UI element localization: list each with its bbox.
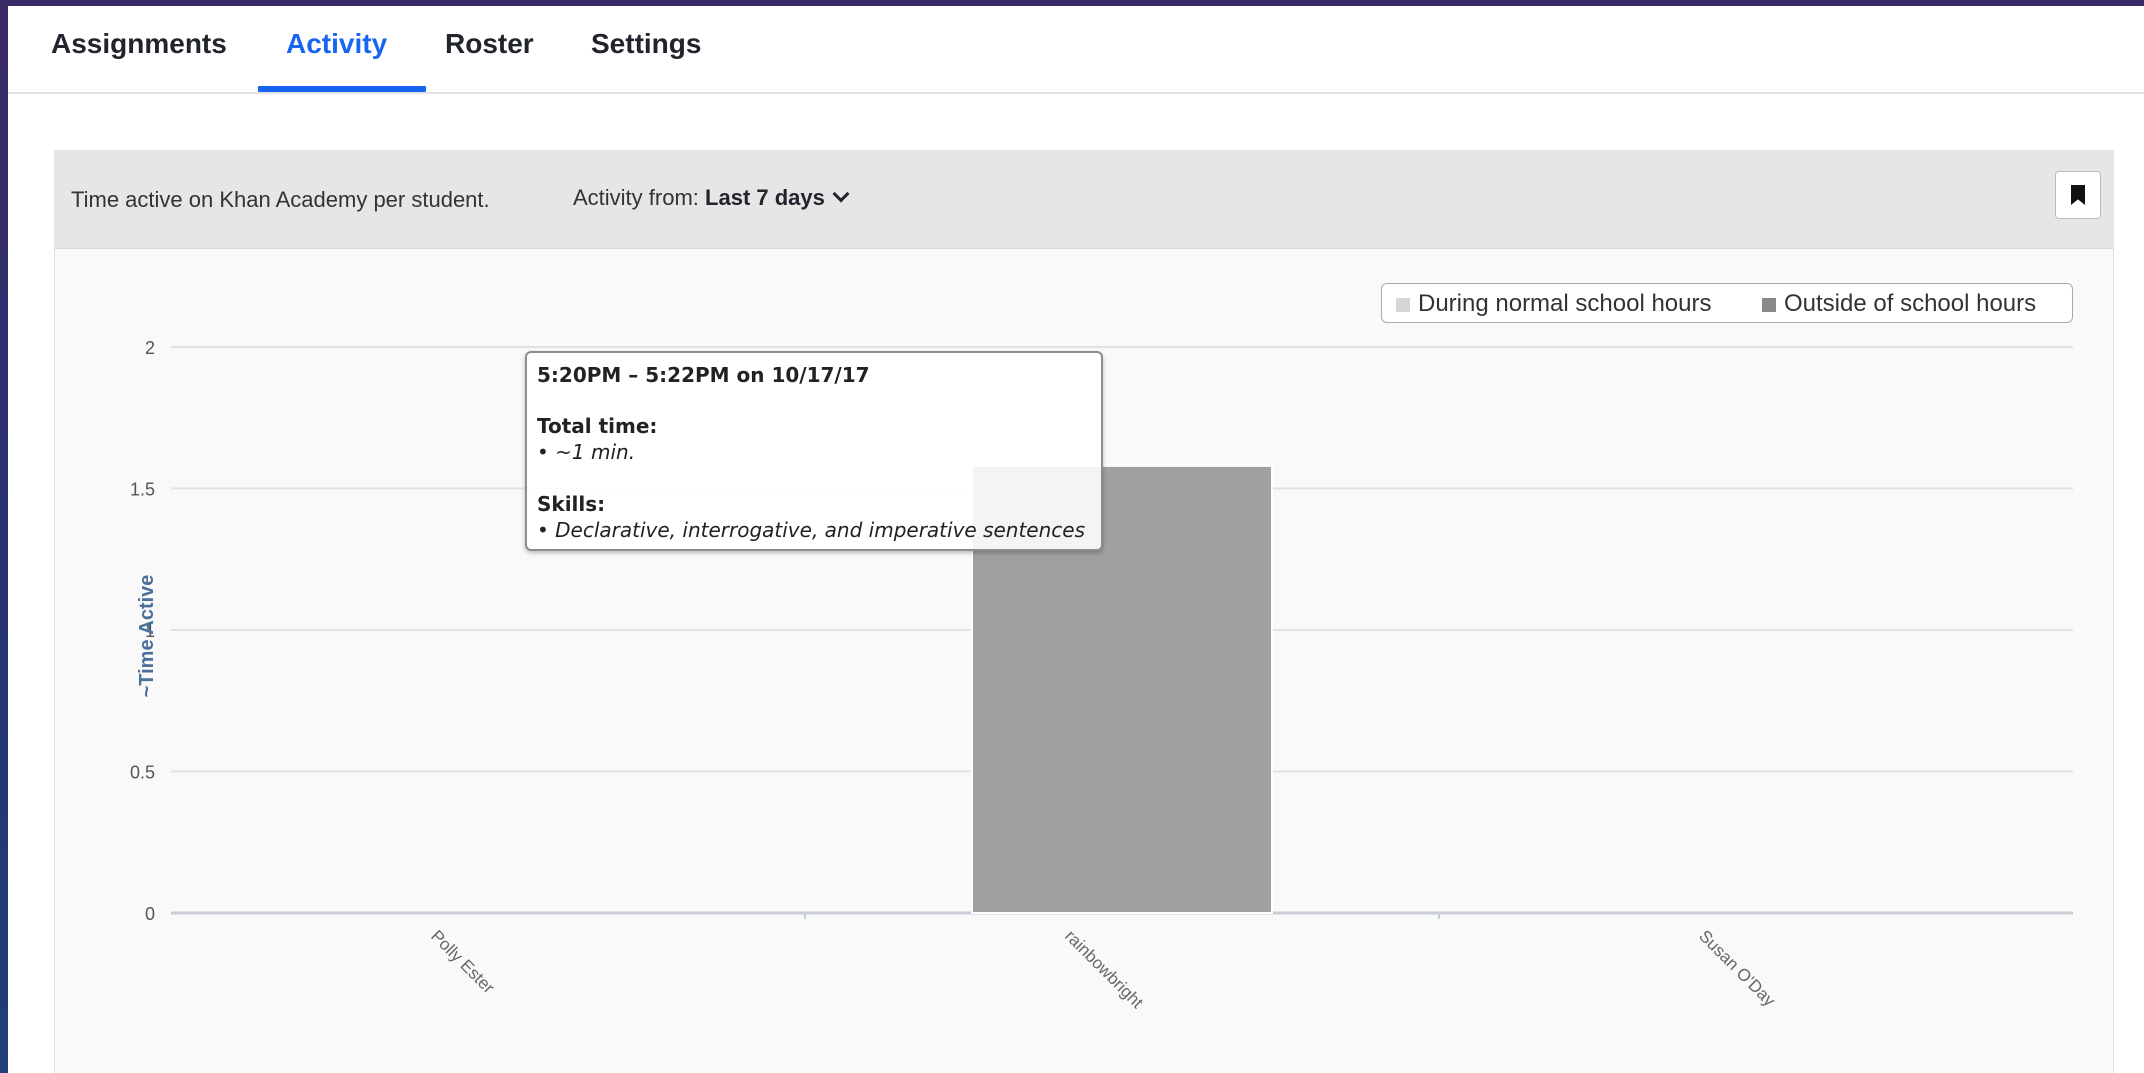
legend-swatch-during [1396,298,1410,312]
legend-label-during[interactable]: During normal school hours [1418,290,1711,318]
y-tick-label: 1.5 [130,480,155,500]
tooltip-total-time-label: Total time: [537,414,658,438]
chart-description: Time active on Khan Academy per student. [71,187,490,212]
tab-assignments[interactable]: Assignments [51,28,227,60]
activity-from-value: Last 7 days [705,185,825,210]
tooltip-skills-value: • Declarative, interrogative, and impera… [537,518,1086,542]
tab-activity[interactable]: Activity [286,28,387,60]
chart-area: 0 0.5 1 1.5 2 Polly Ester rainbowbright Susan O… [55,249,2113,1073]
activity-panel: Time active on Khan Academy per student.… [54,150,2114,1073]
tab-bar: Assignments Activity Roster Settings [8,6,2144,94]
legend-swatch-outside [1762,298,1776,312]
tab-roster[interactable]: Roster [445,28,534,60]
y-tick-label: 2 [145,338,155,358]
chevron-down-icon [832,185,850,203]
activity-range-dropdown[interactable]: Activity from: Last 7 days [573,185,850,211]
y-tick-label: 0 [145,904,155,924]
y-tick-label: 0.5 [130,763,155,783]
tooltip-total-time-value: • ~1 min. [537,440,636,464]
legend-label-outside[interactable]: Outside of school hours [1784,290,2036,318]
active-tab-indicator [258,86,426,92]
chart-legend: During normal school hours Outside of sc… [1381,283,2073,323]
panel-header: Time active on Khan Academy per student.… [55,151,2113,249]
bookmark-button[interactable] [2055,171,2101,219]
activity-from-label: Activity from: [573,185,699,210]
bookmark-icon [2071,185,2085,205]
y-axis-title: ~Time Active [136,575,158,698]
bar-tooltip: 5:20PM – 5:22PM on 10/17/17 Total time: … [525,351,1103,551]
tab-settings[interactable]: Settings [591,28,701,60]
tooltip-skills-label: Skills: [537,492,606,516]
app-window: Assignments Activity Roster Settings Tim… [8,6,2144,1073]
tooltip-time-range: 5:20PM – 5:22PM on 10/17/17 [537,363,870,387]
